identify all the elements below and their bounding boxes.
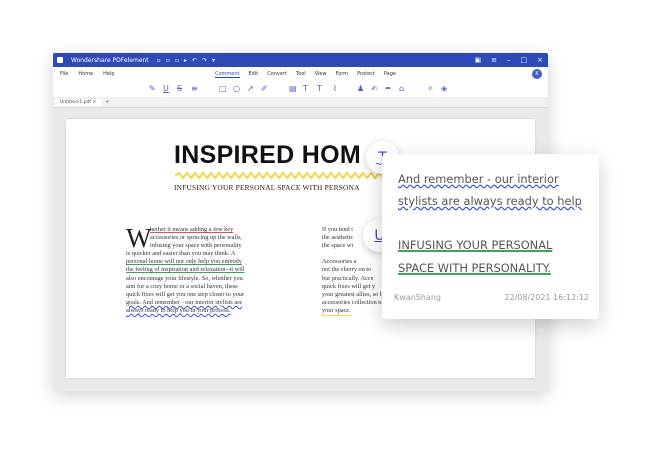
rectangle-icon[interactable]: □ [219,84,227,93]
feedback-icon[interactable]: ▣ [475,56,482,64]
page-headline: INSPIRED HOM [174,141,361,169]
strikethrough-icon[interactable]: S [177,84,182,93]
annotation-popup[interactable]: And remember - our interior stylists are… [382,154,599,319]
tab-page[interactable]: Page [384,71,396,78]
signature-icon[interactable]: ✍ [371,84,378,93]
comment-line: And remember - our interior [398,172,559,186]
new-tab-icon[interactable]: + [105,100,109,105]
underline-icon[interactable]: U [163,84,169,93]
maximize-icon[interactable]: □ [521,56,528,64]
hand-tool-icon[interactable]: ✧ [427,84,434,93]
text-line: goals. And remember - our interior styli… [126,298,243,306]
app-title: Wondershare PDFelement [71,56,149,64]
dropdown-icon[interactable]: ▾ [212,57,215,64]
tab-comment[interactable]: Comment [215,71,240,78]
highlight-icon[interactable]: ✎ [149,84,156,93]
stamp-icon[interactable]: ♟ [357,84,364,93]
comment-line: SPACE WITH PERSONALITY. [398,261,551,275]
body-column-left: hether it means adding a few key accesso… [126,226,245,315]
zigzag-highlight [175,172,384,180]
tab-edit[interactable]: Edit [249,71,259,78]
text-line: your space. [322,307,351,317]
text-icon[interactable]: T [303,84,308,93]
print-icon[interactable]: ▫ [166,57,170,64]
arrow-icon[interactable]: ↗ [247,84,254,93]
app-logo-icon [57,57,63,63]
page-subheading: INFUSING YOUR PERSONAL SPACE WITH PERSON… [174,183,360,192]
pencil-icon[interactable]: ✐ [261,84,268,93]
title-bar: Wondershare PDFelement ▫ ▫ ▫ ▸ ↶ ↷ ▾ ▣ ≡… [53,53,548,67]
tab-view[interactable]: View [315,71,327,78]
comment-line: INFUSING YOUR PERSONAL [398,238,553,252]
redo-icon[interactable]: ↷ [202,57,207,64]
share-icon[interactable]: ▸ [184,57,187,64]
tab-form[interactable]: Form [336,71,349,78]
save-icon[interactable]: ▫ [157,57,161,64]
minimize-icon[interactable]: – [507,56,511,64]
undo-icon[interactable]: ↶ [192,57,197,64]
window-controls: ▣ ≡ – □ × [475,53,544,67]
tab-close-icon[interactable]: × [92,100,96,105]
comment-author: KwanShang [394,293,441,302]
text-line: quick fixes will get you one step closer… [126,290,245,298]
text-line: personal home will not only help you emb… [126,258,242,266]
email-icon[interactable]: ▫ [175,57,179,64]
measure-icon[interactable]: ⌂ [399,84,404,93]
comment-line: stylists are always ready to help [398,194,582,208]
menu-home[interactable]: Home [78,71,93,77]
tab-protect[interactable]: Protect [357,71,375,78]
comment-timestamp: 22/08/2021 16:12:12 [504,293,589,302]
close-icon[interactable]: × [537,56,543,64]
tab-tool[interactable]: Tool [296,71,306,78]
text-line: aim for a cozy home or a social haven, t… [126,282,238,290]
text-align-icon[interactable]: ≡ [191,84,198,93]
comment-toolbar: ✎ U S ≡ □ ○ ↗ ✐ ▤ T T ⌇ ♟ ✍ ✒ ⌂ ✧ ◈ [53,81,548,97]
typewriter-icon[interactable]: T [317,84,322,93]
text-line: hether it means adding a few key [150,226,234,233]
document-tab-bar: Untitled-1.pdf × + [53,97,548,108]
menu-file[interactable]: File [60,71,68,77]
tab-convert[interactable]: Convert [267,71,287,78]
menu-help[interactable]: Help [103,71,114,77]
eye-icon[interactable]: ◈ [441,84,447,93]
oval-icon[interactable]: ○ [233,84,240,93]
text-line: the feeling of inspiration and relaxatio… [126,266,245,274]
document-tab-label: Untitled-1.pdf [60,99,92,105]
text-line: always ready to help you in your process… [126,306,231,314]
note-icon[interactable]: ▤ [289,84,297,93]
text-line: also encourage your lifestyle. So, wheth… [126,274,243,282]
text-line: accessories or sprucing up the walls, [150,234,242,242]
user-avatar[interactable]: K [532,69,542,79]
attachment-icon[interactable]: ⌇ [333,84,337,93]
text-line: infusing your space with personality [150,242,242,250]
sign-icon[interactable]: ✒ [385,84,392,93]
menu-bar: File Home Help Comment Edit Convert Tool… [53,67,548,81]
quick-access-toolbar: ▫ ▫ ▫ ▸ ↶ ↷ ▾ [157,57,215,64]
options-icon[interactable]: ≡ [491,56,497,64]
text-line: is quicker and easier than you may think… [126,250,236,258]
document-tab[interactable]: Untitled-1.pdf × [55,98,102,106]
